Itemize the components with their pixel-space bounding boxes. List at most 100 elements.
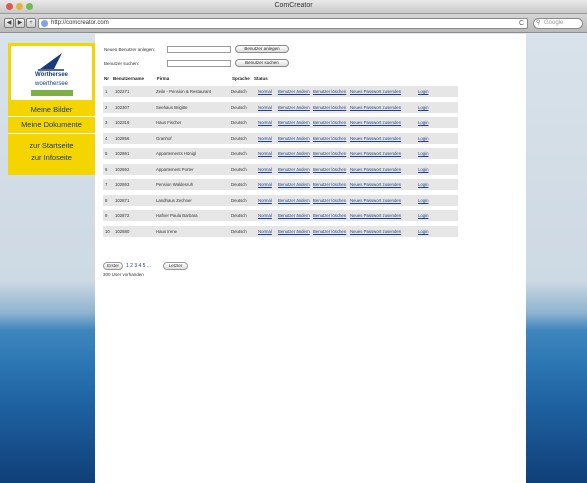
status-normal-link[interactable]: Normal [258,89,272,94]
cell-sprache: Deutsch [231,182,247,187]
send-password-link[interactable]: Neues Passwort zusenden [350,167,401,172]
user-count: 300 User vorhanden [103,272,144,277]
send-password-link[interactable]: Neues Passwort zusenden [350,198,401,203]
sidebar-item-startseite[interactable]: zur Startseite [8,141,95,150]
table-row: 3 102319 Haus Fischer Deutsch Normal Benutzer… [103,117,458,128]
edit-user-link[interactable]: Benutzer ändern [278,120,310,125]
status-normal-link[interactable]: Normal [258,182,272,187]
login-link[interactable]: Login [418,105,429,110]
cell-sprache: Deutsch [231,166,247,172]
edit-user-link[interactable]: Benutzer ändern [278,89,310,94]
sidebar-item-dokumente[interactable]: Meine Dokumente [8,120,95,129]
send-password-link[interactable]: Neues Passwort zusenden [350,213,401,218]
edit-user-link[interactable]: Benutzer ändern [278,167,310,172]
edit-user-link[interactable]: Benutzer ändern [278,136,310,141]
search-field[interactable]: ⚲ Google [533,18,583,29]
cell-firma: Hafner Paula Barbara [156,213,198,218]
first-page-button[interactable]: Erster [103,262,123,270]
cell-firma: Seehaus Brigitte [156,104,188,110]
login-link[interactable]: Login [418,89,429,94]
delete-user-link[interactable]: Benutzer löschen [313,105,346,110]
browser-toolbar: ◀ ▶ + http://comcreator.com C ⚲ Google [0,14,587,33]
status-normal-link[interactable]: Normal [258,229,272,234]
login-link[interactable]: Login [418,229,429,234]
forward-button[interactable]: ▶ [15,18,25,28]
address-bar[interactable]: http://comcreator.com C [38,18,528,29]
search-placeholder: Google [544,20,564,26]
login-link[interactable]: Login [418,151,429,156]
cell-firma: Appartement Porter [156,166,194,172]
status-normal-link[interactable]: Normal [258,136,272,141]
cell-username: 102871 [115,197,130,203]
edit-user-link[interactable]: Benutzer ändern [278,213,310,218]
cell-username: 102319 [115,120,130,125]
cell-sprache: Deutsch [231,120,247,125]
cell-nr: 6 [105,166,108,172]
delete-user-link[interactable]: Benutzer löschen [313,213,346,218]
delete-user-link[interactable]: Benutzer löschen [313,120,346,125]
status-normal-link[interactable]: Normal [258,213,272,218]
delete-user-link[interactable]: Benutzer löschen [313,151,346,156]
search-user-input[interactable] [167,60,231,67]
url-text: http://comcreator.com [51,20,109,26]
login-link[interactable]: Login [418,136,429,141]
delete-user-link[interactable]: Benutzer löschen [313,136,346,141]
window-titlebar: ComCreator [0,0,587,14]
delete-user-link[interactable]: Benutzer löschen [313,182,346,187]
send-password-link[interactable]: Neues Passwort zusenden [350,229,401,234]
login-link[interactable]: Login [418,120,429,125]
send-password-link[interactable]: Neues Passwort zusenden [350,120,401,125]
table-row: 2 102307 Seehaus Brigitte Deutsch Normal Benu… [103,101,458,113]
table-row: 7 102863 Pension Waldesruh Deutsch Normal Ben… [103,179,458,190]
login-link[interactable]: Login [418,182,429,187]
send-password-link[interactable]: Neues Passwort zusenden [350,105,401,110]
cell-nr: 1 [105,89,108,94]
cell-username: 102862 [115,166,130,172]
page-numbers[interactable]: 1 2 3 4 5 ... [126,263,151,269]
edit-user-link[interactable]: Benutzer ändern [278,182,310,187]
status-normal-link[interactable]: Normal [258,120,272,125]
sidebar-item-bilder[interactable]: Meine Bilder [8,105,95,114]
login-link[interactable]: Login [418,213,429,218]
send-password-link[interactable]: Neues Passwort zusenden [350,136,401,141]
logo-name: Wörthersee [34,72,68,78]
add-bookmark-button[interactable]: + [26,18,36,28]
search-icon: ⚲ [536,20,541,26]
edit-user-link[interactable]: Benutzer ändern [278,198,310,203]
search-user-button[interactable]: Benutzer suchen [235,59,289,67]
new-user-input[interactable] [167,46,231,53]
status-normal-link[interactable]: Normal [258,198,272,203]
edit-user-link[interactable]: Benutzer ändern [278,151,310,156]
cell-firma: Pension Waldesruh [156,182,194,187]
cell-nr: 10 [105,228,110,234]
sidebar-divider [8,133,95,134]
delete-user-link[interactable]: Benutzer löschen [313,198,346,203]
cell-sprache: Deutsch [231,228,247,234]
status-normal-link[interactable]: Normal [258,105,272,110]
edit-user-link[interactable]: Benutzer ändern [278,229,310,234]
send-password-link[interactable]: Neues Passwort zusenden [350,89,401,94]
sidebar-item-infoseite[interactable]: zur Infoseite [8,153,95,162]
send-password-link[interactable]: Neues Passwort zusenden [350,151,401,156]
send-password-link[interactable]: Neues Passwort zusenden [350,182,401,187]
col-benutzername: Benutzername [113,76,145,81]
status-normal-link[interactable]: Normal [258,167,272,172]
cell-nr: 7 [105,182,108,187]
reload-icon[interactable]: C [519,19,524,28]
table-row: 5 102861 Appartements Hönigl Deutsch Normal B… [103,148,458,159]
cell-sprache: Deutsch [231,151,247,156]
back-button[interactable]: ◀ [4,18,14,28]
login-link[interactable]: Login [418,167,429,172]
create-user-button[interactable]: Benutzer anlegen [235,45,289,53]
search-user-label: Benutzer suchen: [104,61,140,66]
login-link[interactable]: Login [418,198,429,203]
delete-user-link[interactable]: Benutzer löschen [313,167,346,172]
delete-user-link[interactable]: Benutzer löschen [313,89,346,94]
last-page-button[interactable]: Letzter [163,262,188,270]
status-normal-link[interactable]: Normal [258,151,272,156]
delete-user-link[interactable]: Benutzer löschen [313,229,346,234]
col-sprache: Sprache [232,76,250,81]
table-row: 6 102862 Appartement Porter Deutsch Normal Be… [103,163,458,175]
cell-sprache: Deutsch [231,104,247,110]
edit-user-link[interactable]: Benutzer ändern [278,105,310,110]
